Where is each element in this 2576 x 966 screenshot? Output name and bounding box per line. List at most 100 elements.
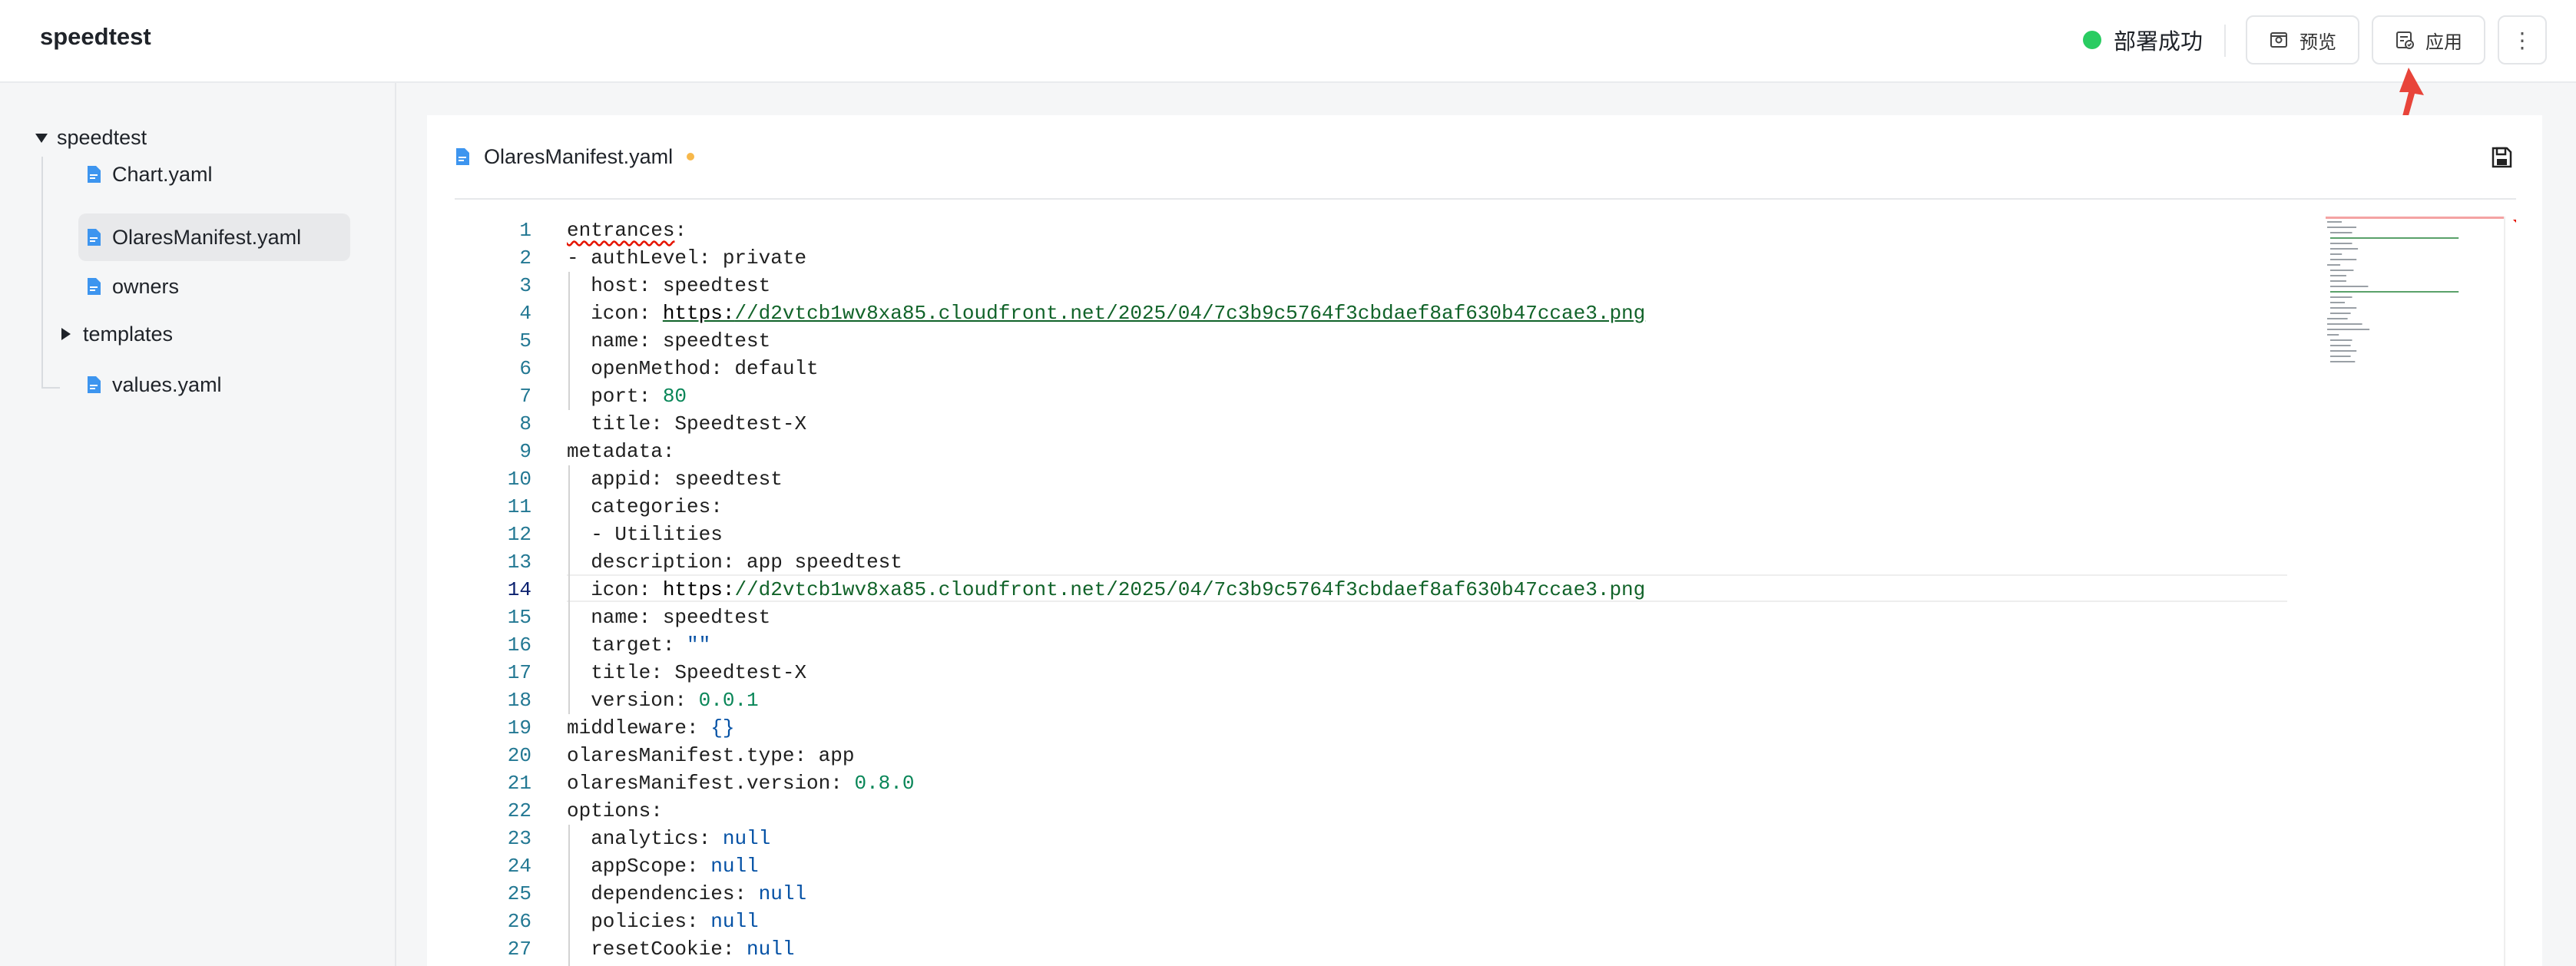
line-number: 19 (507, 716, 531, 739)
indent-guide (568, 825, 570, 966)
code-line: icon: https://d2vtcb1wv8xa85.cloudfront.… (567, 302, 1646, 325)
code-line: title: Speedtest-X (567, 412, 807, 435)
line-number: 22 (507, 799, 531, 822)
editor-panel: OlaresManifest.yaml 1 entrances: 2 - authLe… (427, 115, 2542, 966)
editor-file-tab: OlaresManifest.yaml (455, 140, 695, 174)
tree-guide-line (41, 157, 43, 389)
tree-item-values-yaml[interactable]: values.yaml (78, 361, 350, 409)
line-number: 26 (507, 910, 531, 933)
code-line: - authLevel: private (567, 246, 807, 270)
header-divider (2224, 25, 2226, 57)
yaml-file-icon (86, 375, 101, 394)
apply-button[interactable]: 应用 (2372, 15, 2485, 65)
deploy-status: 部署成功 (2083, 25, 2203, 55)
unsaved-indicator-dot (687, 153, 695, 160)
more-button[interactable]: ⋮ (2498, 15, 2547, 65)
tree-root-folder[interactable]: speedtest (35, 126, 147, 150)
file-tree-sidebar: speedtest Chart.yaml OlaresManifest.yaml… (0, 83, 396, 966)
tree-item-label: owners (112, 274, 180, 298)
code-editor[interactable]: 1 entrances: 2 - authLevel: private 3 host: … (455, 217, 2516, 966)
line-number: 2 (519, 246, 531, 270)
tree-item-owners[interactable]: owners (78, 263, 350, 310)
preview-button[interactable]: 预览 (2246, 15, 2359, 65)
line-number: 8 (519, 412, 531, 435)
line-number: 12 (507, 523, 531, 546)
top-header: speedtest 部署成功 预览 应用 ⋮ (0, 0, 2576, 83)
code-line: host: speedtest (567, 274, 771, 297)
code-line: title: Speedtest-X (567, 661, 807, 684)
editor-file-name: OlaresManifest.yaml (484, 144, 674, 168)
deploy-status-label: 部署成功 (2114, 28, 2204, 55)
tree-item-label: OlaresManifest.yaml (112, 225, 302, 249)
tree-item-chart-yaml[interactable]: Chart.yaml (78, 151, 350, 198)
more-vertical-icon: ⋮ (2511, 27, 2533, 53)
expand-triangle-icon (35, 133, 48, 143)
line-number: 11 (507, 495, 531, 518)
code-line: icon: https://d2vtcb1wv8xa85.cloudfront.… (567, 578, 1646, 601)
indent-guide (568, 465, 570, 714)
tree-item-templates-folder[interactable]: templates (61, 310, 173, 358)
code-line: entrances: (567, 219, 687, 242)
line-number: 24 (507, 855, 531, 878)
line-number: 21 (507, 772, 531, 795)
minimap-border (2504, 217, 2505, 966)
code-line: analytics: null (567, 827, 771, 850)
code-line: olaresManifest.version: 0.8.0 (567, 772, 915, 795)
preview-icon (2269, 30, 2289, 50)
tree-item-label: values.yaml (112, 372, 222, 396)
code-line: appid: speedtest (567, 468, 783, 491)
code-line: middleware: {} (567, 716, 735, 739)
tree-item-label: Chart.yaml (112, 162, 213, 186)
line-number: 6 (519, 357, 531, 380)
line-number: 14 (507, 578, 531, 601)
code-line: olaresManifest.type: app (567, 744, 855, 767)
line-number: 18 (507, 689, 531, 712)
save-icon[interactable] (2490, 146, 2513, 169)
code-line: resetCookie: null (567, 938, 795, 961)
code-line: dependencies: null (567, 882, 807, 905)
code-line: description: app speedtest (567, 551, 902, 574)
code-line: appScope: null (567, 855, 759, 878)
code-line: - Utilities (567, 523, 723, 546)
line-number: 7 (519, 385, 531, 408)
yaml-file-icon (86, 165, 101, 184)
line-number: 27 (507, 938, 531, 961)
line-number: 9 (519, 440, 531, 463)
code-minimap[interactable] (2326, 217, 2505, 385)
code-line: target: "" (567, 634, 711, 657)
minimap-error-marker (2513, 220, 2516, 230)
code-line: openMethod: default (567, 357, 819, 380)
code-line: policies: null (567, 910, 759, 933)
app-title: speedtest (40, 23, 151, 50)
code-line: options: (567, 799, 663, 822)
line-number: 5 (519, 329, 531, 352)
code-line: port: 80 (567, 385, 687, 408)
code-line: version: 0.0.1 (567, 689, 759, 712)
yaml-file-icon (455, 147, 470, 166)
tree-item-olaresmanifest-yaml[interactable]: OlaresManifest.yaml (78, 213, 350, 261)
file-icon (86, 277, 101, 296)
collapse-triangle-icon (61, 328, 71, 340)
editor-header-divider (455, 198, 2516, 200)
line-number: 20 (507, 744, 531, 767)
indent-guide (568, 272, 570, 410)
line-number: 25 (507, 882, 531, 905)
code-line: categories: (567, 495, 723, 518)
apply-label: 应用 (2425, 31, 2462, 53)
tree-guide-line-end (41, 387, 60, 389)
line-number: 15 (507, 606, 531, 629)
line-number: 1 (519, 219, 531, 242)
apply-icon (2395, 30, 2415, 50)
status-dot-icon (2083, 31, 2101, 49)
tree-item-label: templates (83, 322, 174, 346)
line-number: 4 (519, 302, 531, 325)
code-line: metadata: (567, 440, 675, 463)
line-number: 10 (507, 468, 531, 491)
line-number: 3 (519, 274, 531, 297)
code-line: name: speedtest (567, 329, 771, 352)
code-line: name: speedtest (567, 606, 771, 629)
yaml-file-icon (86, 228, 101, 246)
preview-label: 预览 (2300, 31, 2336, 53)
line-number: 23 (507, 827, 531, 850)
line-number: 17 (507, 661, 531, 684)
